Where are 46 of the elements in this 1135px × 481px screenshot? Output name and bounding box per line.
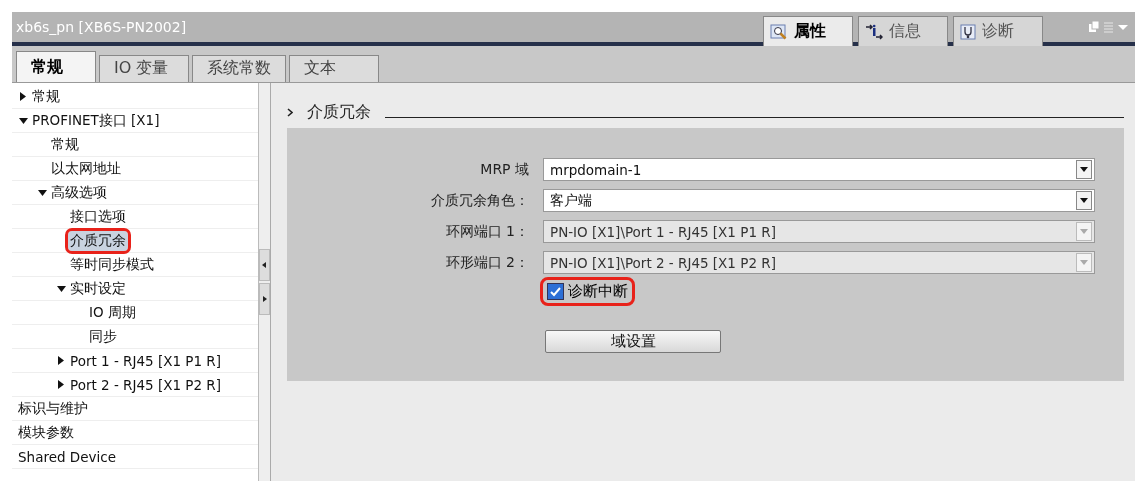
tree-item[interactable]: 常规 (30, 86, 62, 107)
check-mark-icon (550, 286, 561, 297)
expanded-arrow-icon[interactable] (56, 285, 66, 292)
tree-item[interactable]: 等时同步模式 (68, 254, 156, 275)
collapsed-arrow-icon[interactable] (58, 356, 64, 365)
tree-item[interactable]: Port 2 - RJ45 [X1 P2 R] (68, 375, 223, 394)
dropdown-field[interactable]: mrpdomain-1 (543, 158, 1095, 181)
field-label: 环网端口 1： (444, 222, 530, 241)
tree-item[interactable]: Shared Device (16, 447, 118, 466)
inspector-tab[interactable]: 诊断 (953, 16, 1043, 46)
info-arrows-icon (865, 23, 883, 40)
tab[interactable]: IO 变量 (99, 55, 189, 82)
expanded-arrow-icon[interactable] (18, 117, 28, 124)
tree-item[interactable]: 以太网地址 (49, 158, 123, 179)
tree-item[interactable]: Port 1 - RJ45 [X1 P1 R] (68, 351, 223, 370)
window-title: xb6s_pn [XB6S-PN2002] (15, 19, 188, 35)
dropdown-field[interactable]: 客户端 (543, 189, 1095, 212)
tree-item[interactable]: 模块参数 (16, 422, 76, 443)
tree-item[interactable]: 同步 (87, 326, 119, 347)
stethoscope-icon (960, 23, 976, 40)
inspector-tab[interactable]: 属性 (763, 16, 853, 46)
expanded-arrow-icon[interactable] (37, 189, 47, 196)
tree-item[interactable]: IO 周期 (87, 302, 138, 323)
tab[interactable]: 文本 (289, 55, 379, 82)
dropdown-arrow-icon[interactable] (1080, 167, 1088, 172)
tree-item[interactable]: 高级选项 (49, 182, 109, 203)
chevron-icon (287, 108, 293, 117)
tree-item[interactable]: 介质冗余 (68, 230, 128, 251)
domain-settings-button[interactable]: 域设置 (545, 330, 721, 353)
tree-item[interactable]: 接口选项 (68, 206, 128, 227)
field-label: MRP 域 (479, 160, 530, 179)
tab[interactable]: 常规 (16, 51, 96, 82)
collapsed-arrow-icon[interactable] (58, 380, 64, 389)
tab[interactable]: 系统常数 (192, 55, 286, 82)
tree-item[interactable]: 实时设定 (68, 278, 128, 299)
tree-item[interactable]: 标识与维护 (16, 398, 90, 419)
dropdown-arrow-icon[interactable] (1080, 198, 1088, 203)
inspector-tab[interactable]: 信息 (858, 16, 948, 46)
collapsed-arrow-icon[interactable] (20, 92, 26, 101)
field-label: 介质冗余角色： (430, 191, 530, 210)
tree-item[interactable]: PROFINET接口 [X1] (30, 110, 162, 131)
section-title: 介质冗余 (307, 102, 371, 123)
field-label: 环形端口 2： (444, 253, 530, 272)
tree-item[interactable]: 常规 (49, 134, 81, 155)
magnifier-icon (770, 23, 788, 40)
checkbox[interactable]: 诊断中断 (543, 280, 632, 303)
